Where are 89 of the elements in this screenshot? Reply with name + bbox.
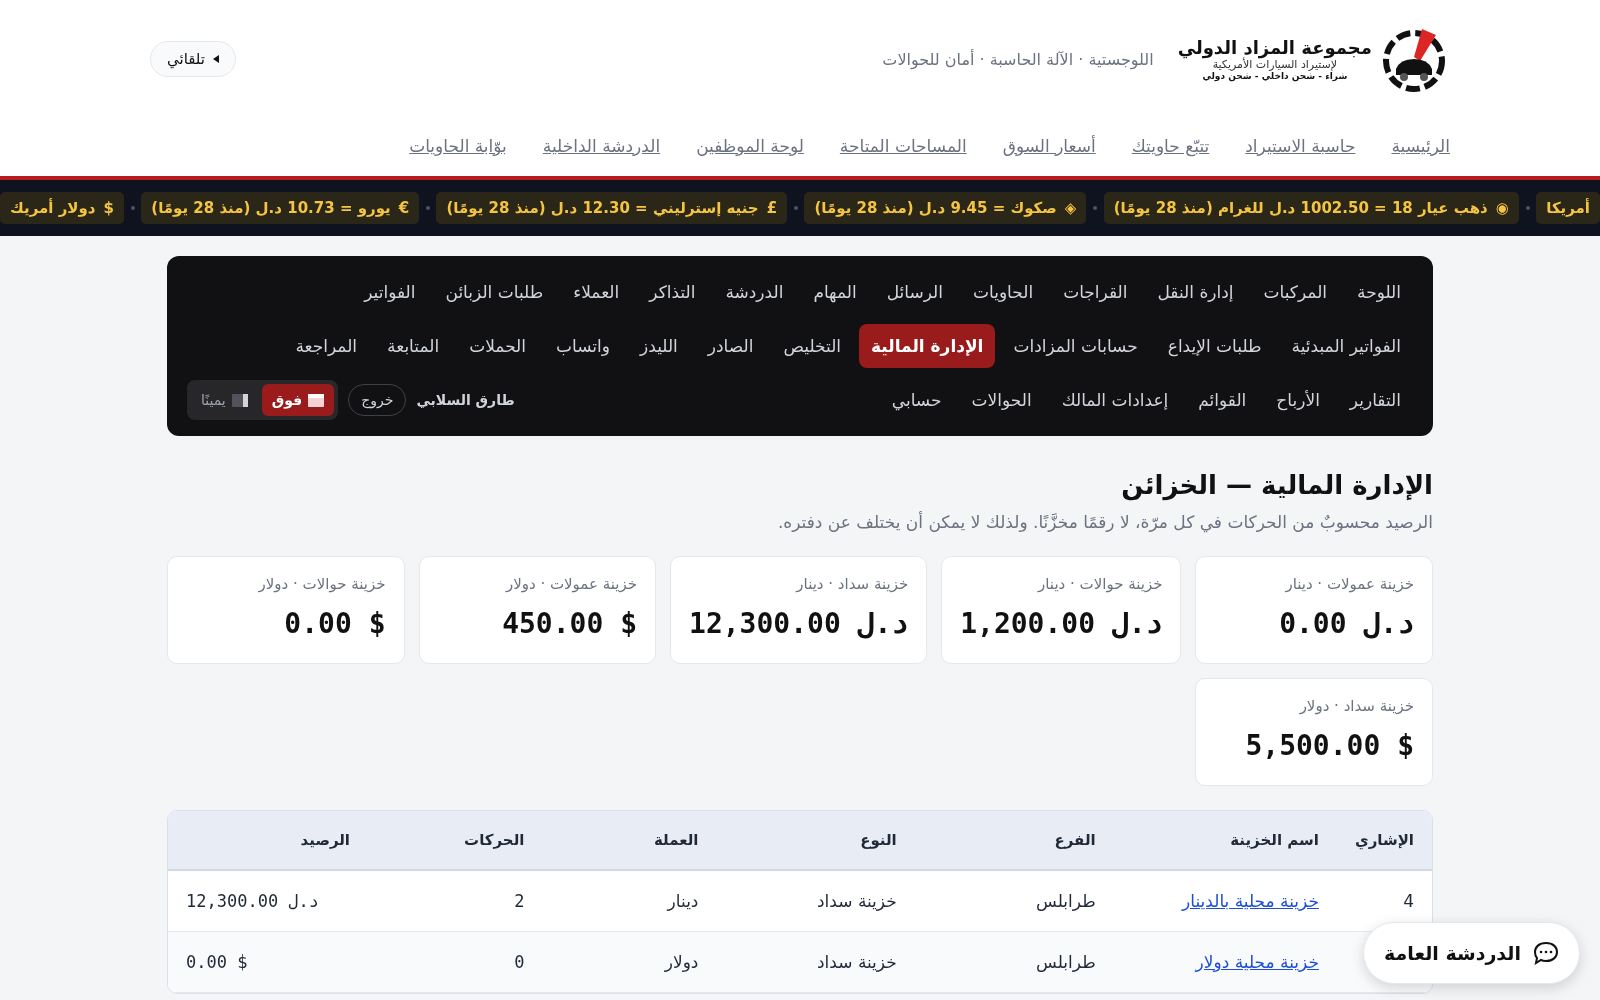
admin-nav-tab[interactable]: الحوالات — [959, 378, 1044, 422]
logo-title: مجموعة المزاد الدولي — [1177, 37, 1372, 58]
layout-option[interactable]: فوق — [261, 384, 335, 416]
table-cell: خزينة سداد — [716, 932, 915, 993]
admin-nav-tab[interactable]: طلبات الزبائن — [433, 270, 556, 314]
theme-button[interactable]: تلقائي — [150, 41, 236, 77]
admin-nav-tab[interactable]: إعدادات المالك — [1049, 378, 1181, 422]
site-nav-link[interactable]: الدردشة الداخلية — [542, 136, 661, 156]
site-nav-link[interactable]: أسعار السوق — [1002, 136, 1096, 156]
admin-nav-tab[interactable]: المتابعة — [375, 324, 452, 368]
admin-nav-tab[interactable]: طلبات الإيداع — [1155, 324, 1274, 368]
admin-nav-tab[interactable]: القوائم — [1186, 378, 1259, 422]
admin-nav-tab[interactable]: المهام — [801, 270, 869, 314]
vault-balance: $ 450.00 — [501, 607, 638, 640]
vault-label: خزينة عمولات · دولار — [504, 575, 638, 593]
admin-nav-tab[interactable]: الليدز — [628, 324, 690, 368]
admin-nav-tab[interactable]: واتساب — [544, 324, 623, 368]
column-header: الحركات — [368, 811, 543, 871]
table-cell: 0 — [368, 932, 543, 993]
ticker-item: أمريكا — [1536, 192, 1600, 224]
admin-nav-tab[interactable]: التذاكر — [637, 270, 708, 314]
site-nav-link[interactable]: الرئيسية — [1391, 136, 1450, 156]
site-nav-link[interactable]: تتبّع حاويتك — [1131, 136, 1210, 156]
ticker-item: ◉ ذهب عيار 18 = 1002.50 د.ل للغرام (منذ 28 يومًا) — [1103, 192, 1519, 224]
chat-bubble-icon — [1533, 941, 1559, 965]
user-name: طارق السلابي — [416, 392, 515, 408]
admin-nav-tab[interactable]: الفواتير المبدئية — [1279, 324, 1413, 368]
admin-nav-tab[interactable]: الفواتير — [352, 270, 428, 314]
top-bar-layout-icon — [308, 393, 325, 407]
vault-label: خزينة عمولات · دينار — [1284, 575, 1414, 593]
admin-nav-tab[interactable]: العملاء — [561, 270, 632, 314]
admin-nav-tab[interactable]: القراجات — [1051, 270, 1140, 314]
admin-nav-tab[interactable]: الدردشة — [713, 270, 796, 314]
side-bar-layout-icon — [231, 393, 248, 407]
site-nav-link[interactable]: حاسبة الاستيراد — [1245, 136, 1356, 156]
admin-nav-tab[interactable]: الإدارة المالية — [859, 324, 996, 368]
admin-nav-tab[interactable]: الرسائل — [874, 270, 955, 314]
table-cell: طرابلس — [914, 932, 1114, 993]
vault-balance: $ 5,500.00 — [1244, 729, 1414, 762]
admin-nav-tab[interactable]: حسابي — [879, 378, 954, 422]
admin-nav-tab[interactable]: التخليص — [771, 324, 854, 368]
separator-dot — [130, 206, 135, 210]
table-cell: دولار — [542, 932, 717, 993]
column-header: الفرع — [914, 811, 1114, 871]
vault-label: خزينة حوالات · دولار — [257, 575, 386, 593]
column-header: الإشاري — [1336, 811, 1432, 871]
column-header: العملة — [542, 811, 717, 871]
ticker-item: $ دولار أمريك — [0, 192, 124, 224]
vault-link[interactable]: خزينة محلية بالدينار — [1182, 891, 1319, 911]
admin-nav-tab[interactable]: إدارة النقل — [1145, 270, 1246, 314]
site-nav-link[interactable]: لوحة الموظفين — [696, 136, 804, 156]
admin-nav-tab[interactable]: التقارير — [1337, 378, 1413, 422]
separator-dot — [1525, 206, 1530, 210]
separator-dot — [1093, 206, 1097, 210]
admin-nav-tab[interactable]: المركبات — [1251, 270, 1340, 314]
vault-label: خزينة حوالات · دينار — [1036, 575, 1163, 593]
column-header: النوع — [716, 811, 915, 871]
separator-dot — [793, 206, 798, 210]
admin-nav-tab[interactable]: اللوحة — [1345, 270, 1413, 314]
page-subtitle: الرصيد محسوبٌ من الحركات في كل مرّة، لا رقمًا مخزَّنًا. ولذلك لا يمكن أن يختلف عن دفتره. — [776, 512, 1433, 532]
admin-nav-tab[interactable]: الصادر — [695, 324, 766, 368]
admin-nav-tab[interactable]: المراجعة — [283, 324, 370, 368]
logo-subtitle: لإستيراد السيارات الأمريكية — [1212, 58, 1338, 71]
separator-dot — [425, 206, 430, 210]
layout-option[interactable]: يمينًا — [191, 384, 258, 416]
vault-label: خزينة سداد · دولار — [1298, 697, 1414, 715]
vault-label: خزينة سداد · دينار — [794, 575, 909, 593]
page-title: الإدارة المالية — الخزائن — [1120, 470, 1433, 500]
site-nav-link[interactable]: بوّابة الحاويات — [409, 136, 507, 156]
vault-balance: د.ل 0.00 — [1278, 607, 1414, 640]
header-slogan: اللوجستية · الآلة الحاسبة · أمان للحوالات — [882, 49, 1154, 69]
vault-balance: $ 0.00 — [283, 607, 386, 640]
table-cell: 0.00 $ — [168, 932, 368, 993]
caret-icon — [213, 55, 219, 63]
column-header: الرصيد — [168, 811, 368, 871]
ticker-item: € يورو = 10.73 د.ل (منذ 28 يومًا) — [141, 192, 420, 224]
ticker-item: ◈ صكوك = 9.45 د.ل (منذ 28 يومًا) — [804, 192, 1087, 224]
ticker-item: £ جنيه إسترليني = 12.30 د.ل (منذ 28 يومًا) — [436, 192, 788, 224]
admin-nav-tab[interactable]: الحاويات — [961, 270, 1046, 314]
logo-tagline: شراء - شحن داخلي - شحن دولي — [1202, 71, 1348, 81]
admin-nav-tab[interactable]: الحملات — [457, 324, 538, 368]
public-chat-button[interactable]: الدردشة العامة — [1363, 922, 1580, 984]
site-nav-link[interactable]: المساحات المتاحة — [839, 136, 967, 156]
vault-balance: د.ل 12,300.00 — [689, 607, 909, 640]
vault-balance: د.ل 1,200.00 — [960, 607, 1163, 640]
column-header: اسم الخزينة — [1113, 811, 1337, 871]
vault-link[interactable]: خزينة محلية دولار — [1195, 952, 1319, 972]
admin-nav-tab[interactable]: الأرباح — [1264, 378, 1332, 422]
admin-nav-tab[interactable]: حسابات المزادات — [1001, 324, 1150, 368]
